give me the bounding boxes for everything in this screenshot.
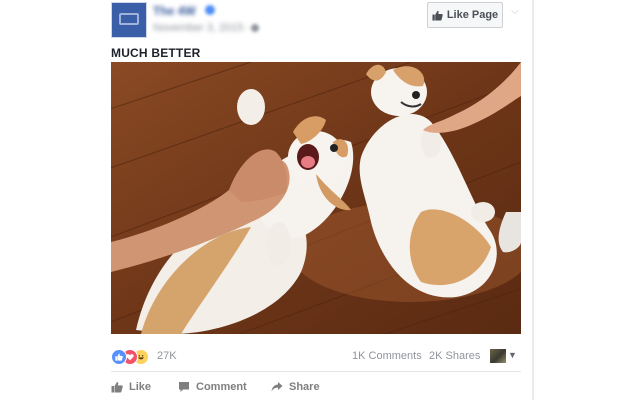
column-divider [532,0,534,400]
comment-label: Comment [196,381,247,393]
post-caption: MUCH BETTER [111,46,201,60]
thumbs-up-icon [432,10,443,21]
verified-badge-icon [205,5,215,15]
comments-count[interactable]: 1K Comments [352,350,422,362]
comment-icon [179,382,189,392]
like-button[interactable]: Like [111,377,151,397]
thumbs-up-icon [111,381,123,393]
reaction-count[interactable]: 27K [157,350,177,362]
post-timestamp[interactable]: November 3, 2015 · [153,22,250,34]
caret-down-icon[interactable]: ▼ [508,350,517,360]
like-page-button[interactable]: Like Page [427,2,503,28]
like-label: Like [129,381,152,393]
page-logo-mark [119,13,139,25]
page-avatar[interactable] [111,2,147,38]
like-reaction-icon [111,349,127,365]
reactions-summary: 27K 1K Comments 2K Shares ▼ [111,346,521,366]
shares-count[interactable]: 2K Shares [429,350,480,362]
share-as-avatar[interactable] [490,349,506,363]
action-divider [111,371,521,372]
right-column [522,0,640,400]
page-name[interactable]: The 4W [153,4,196,18]
share-button[interactable]: Share [271,377,320,397]
corgi-puppies-image [111,62,521,334]
share-label: Share [289,381,320,393]
like-page-label: Like Page [446,9,499,21]
comment-button[interactable]: Comment [178,377,247,397]
post-video[interactable] [111,62,521,334]
share-arrow-icon [271,382,283,392]
facebook-post: The 4W November 3, 2015 · Like Page ⌵ MU… [0,0,522,400]
post-options-chevron-icon[interactable]: ⌵ [511,6,519,17]
globe-icon [251,24,259,32]
post-actions: Like Comment Share [111,377,521,397]
